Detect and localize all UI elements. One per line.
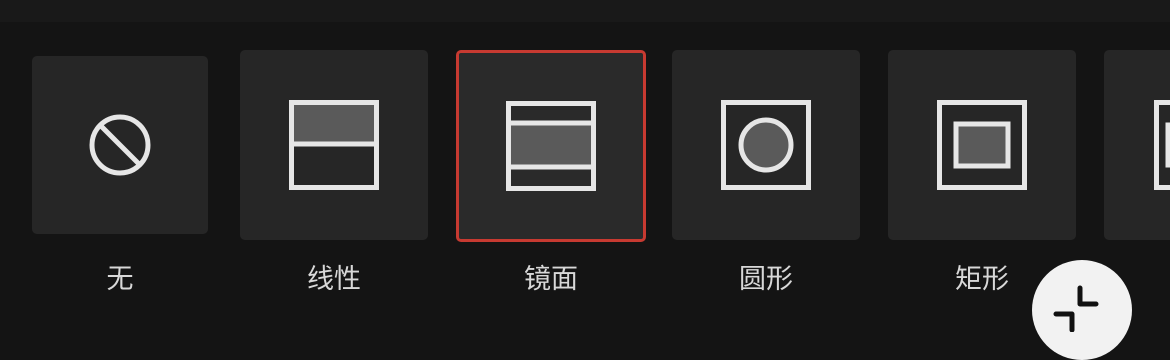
- linear-mask-icon: [289, 100, 379, 190]
- rectangle-mask-icon: [937, 100, 1027, 190]
- collapse-icon: [1053, 285, 1099, 332]
- mask-option-partial[interactable]: [1104, 50, 1170, 240]
- mask-option-none-label: 无: [106, 264, 134, 295]
- circle-mask-icon: [721, 100, 811, 190]
- mask-option-none[interactable]: [32, 56, 208, 234]
- mask-option-circle-label: 圆形: [739, 264, 793, 295]
- collapse-button[interactable]: [1032, 260, 1132, 360]
- mask-option-linear-label: 线性: [307, 264, 361, 295]
- mask-option-mirror[interactable]: [456, 50, 646, 242]
- mask-option-linear[interactable]: [240, 50, 428, 240]
- mask-option-circle[interactable]: [672, 50, 860, 240]
- mirror-mask-icon: [506, 101, 596, 191]
- top-bar: [0, 0, 1170, 22]
- mask-option-mirror-label: 镜面: [524, 264, 578, 295]
- mask-option-rectangle[interactable]: [888, 50, 1076, 240]
- none-icon: [89, 114, 151, 176]
- partial-mask-icon: [1154, 100, 1170, 190]
